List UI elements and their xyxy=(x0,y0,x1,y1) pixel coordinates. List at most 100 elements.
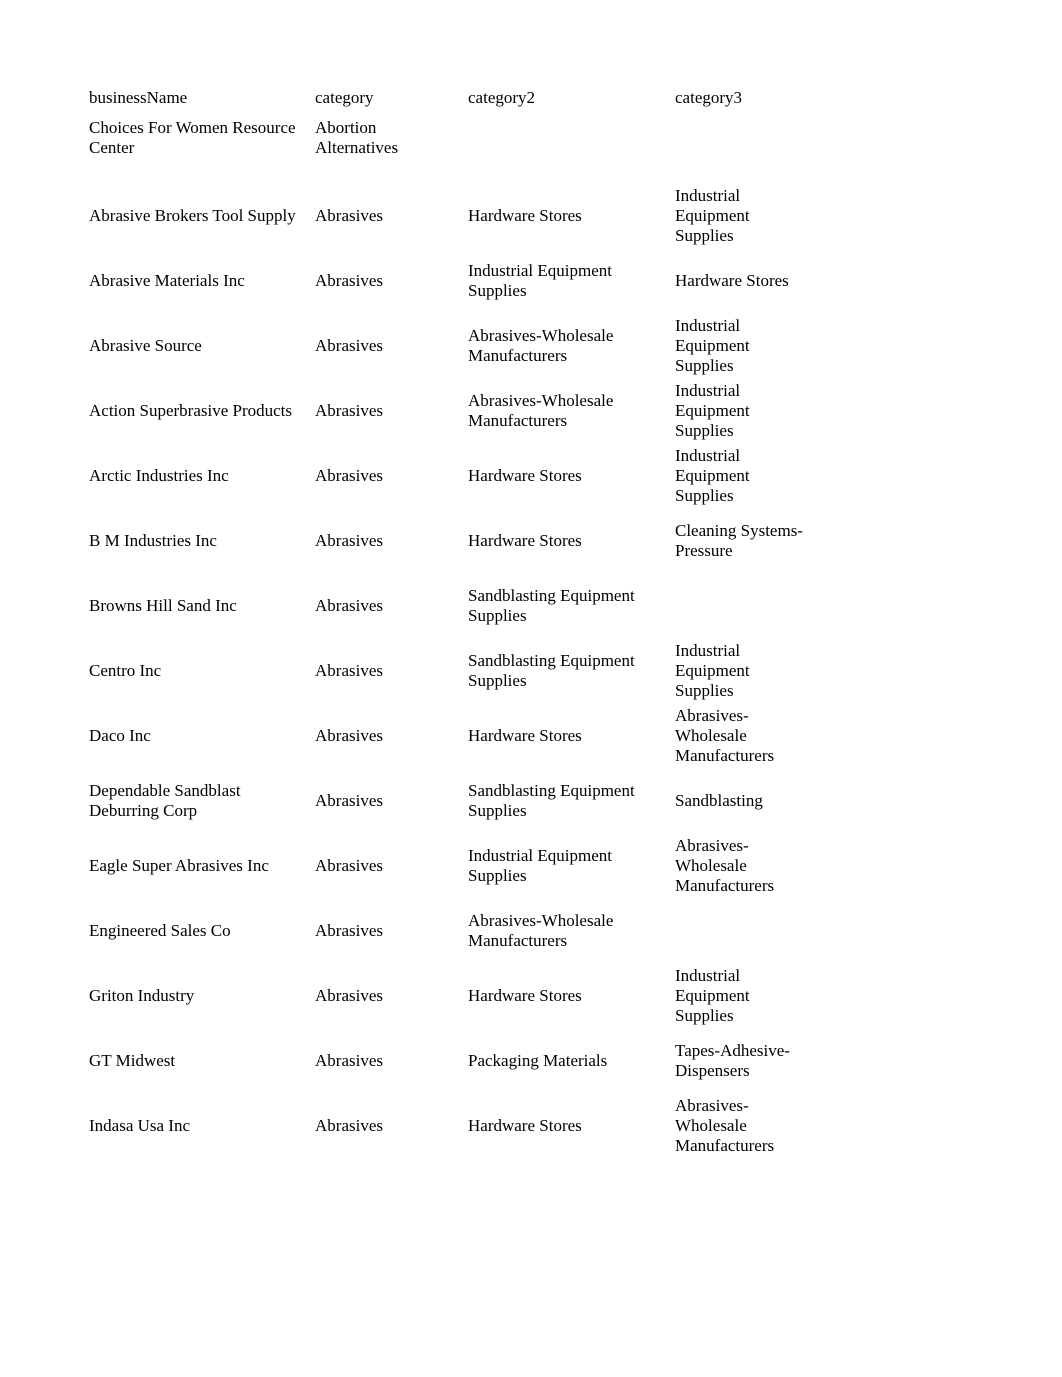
cell-businessname: Centro Inc xyxy=(89,638,315,703)
cell-category2: Hardware Stores xyxy=(468,183,675,248)
cell-businessname: Browns Hill Sand Inc xyxy=(89,573,315,638)
cell-category: Abrasives xyxy=(315,573,468,638)
cell-category: Abrasives xyxy=(315,833,468,898)
cell-category3-text: Tapes-Adhesive-Dispensers xyxy=(675,1040,790,1080)
cell-category3: Industrial Equipment Supplies xyxy=(675,313,919,378)
cell-category2-text: Hardware Stores xyxy=(468,205,582,225)
cell-businessname: Dependable Sandblast Deburring Corp xyxy=(89,768,315,833)
cell-category2-text: Hardware Stores xyxy=(468,530,582,550)
cell-category-text: Abrasives xyxy=(315,1050,383,1070)
cell-category: Abrasives xyxy=(315,1093,468,1158)
cell-category: Abrasives xyxy=(315,378,468,443)
table-row: Arctic Industries Inc Abrasives Hardware… xyxy=(89,443,919,508)
cell-category-text: Abortion Alternatives xyxy=(315,118,399,157)
cell-businessname: Arctic Industries Inc xyxy=(89,443,315,508)
cell-category3: Industrial Equipment Supplies xyxy=(675,378,919,443)
cell-category2: Sandblasting Equipment Supplies xyxy=(468,638,675,703)
cell-businessname-text: Choices For Women Resource Center xyxy=(89,118,296,157)
cell-category3: Sandblasting xyxy=(675,768,919,833)
cell-category: Abrasives xyxy=(315,1028,468,1093)
cell-businessname-text: Abrasive Materials Inc xyxy=(89,270,245,290)
cell-category3-text: Hardware Stores xyxy=(675,270,789,290)
table-row: Daco Inc Abrasives Hardware Stores Abras… xyxy=(89,703,919,768)
cell-category3: Abrasives-Wholesale Manufacturers xyxy=(675,1093,919,1158)
table-row: Abrasive Source Abrasives Abrasives-Whol… xyxy=(89,313,919,378)
cell-category2-text: Abrasives-Wholesale Manufacturers xyxy=(468,390,614,430)
cell-category3: Tapes-Adhesive-Dispensers xyxy=(675,1028,919,1093)
table-row: Centro Inc Abrasives Sandblasting Equipm… xyxy=(89,638,919,703)
cell-businessname: B M Industries Inc xyxy=(89,508,315,573)
column-header-category2-label: category2 xyxy=(468,88,536,107)
cell-category: Abrasives xyxy=(315,898,468,963)
cell-category3: Abrasives-Wholesale Manufacturers xyxy=(675,703,919,768)
cell-category2: Hardware Stores xyxy=(468,1093,675,1158)
column-header-category: category xyxy=(315,88,468,118)
cell-category3: Industrial Equipment Supplies xyxy=(675,183,919,248)
cell-category2-text: Hardware Stores xyxy=(468,985,582,1005)
cell-category2-text: Abrasives-Wholesale Manufacturers xyxy=(468,325,614,365)
cell-category3: Cleaning Systems-Pressure xyxy=(675,508,919,573)
cell-category3-text: Industrial Equipment Supplies xyxy=(675,380,750,440)
table-row: Action Superbrasive Products Abrasives A… xyxy=(89,378,919,443)
cell-category2: Hardware Stores xyxy=(468,443,675,508)
column-header-businessname: businessName xyxy=(89,88,315,118)
cell-category3: Hardware Stores xyxy=(675,248,919,313)
cell-category2-text: Hardware Stores xyxy=(468,1115,582,1135)
cell-category2: Packaging Materials xyxy=(468,1028,675,1093)
cell-businessname: Choices For Women Resource Center xyxy=(89,118,315,183)
cell-businessname-text: Browns Hill Sand Inc xyxy=(89,595,237,615)
cell-businessname-text: Abrasive Brokers Tool Supply xyxy=(89,205,296,225)
cell-category2-text: Industrial Equipment Supplies xyxy=(468,845,613,885)
table-row: Browns Hill Sand Inc Abrasives Sandblast… xyxy=(89,573,919,638)
cell-category-text: Abrasives xyxy=(315,920,383,940)
cell-category-text: Abrasives xyxy=(315,400,383,420)
table-row: Griton Industry Abrasives Hardware Store… xyxy=(89,963,919,1028)
table-row: GT Midwest Abrasives Packaging Materials… xyxy=(89,1028,919,1093)
cell-category: Abrasives xyxy=(315,768,468,833)
cell-category3-text: Industrial Equipment Supplies xyxy=(675,185,750,245)
cell-category3-text: Abrasives-Wholesale Manufacturers xyxy=(675,1095,775,1155)
column-header-businessname-label: businessName xyxy=(89,88,188,107)
cell-category: Abrasives xyxy=(315,508,468,573)
cell-category: Abrasives xyxy=(315,638,468,703)
cell-category2-text: Hardware Stores xyxy=(468,465,582,485)
cell-category-text: Abrasives xyxy=(315,660,383,680)
cell-category: Abrasives xyxy=(315,963,468,1028)
cell-category: Abortion Alternatives xyxy=(315,118,468,183)
cell-category-text: Abrasives xyxy=(315,595,383,615)
column-header-category3: category3 xyxy=(675,88,919,118)
cell-businessname-text: Abrasive Source xyxy=(89,335,202,355)
cell-category3-text: Cleaning Systems-Pressure xyxy=(675,520,803,560)
cell-category2-text: Sandblasting Equipment Supplies xyxy=(468,780,635,820)
cell-category-text: Abrasives xyxy=(315,855,383,875)
cell-businessname: Engineered Sales Co xyxy=(89,898,315,963)
table-body: Choices For Women Resource Center Aborti… xyxy=(89,118,919,1158)
column-header-category-label: category xyxy=(315,88,374,107)
table-row: Indasa Usa Inc Abrasives Hardware Stores… xyxy=(89,1093,919,1158)
cell-category3-text: Abrasives-Wholesale Manufacturers xyxy=(675,835,775,895)
cell-category-text: Abrasives xyxy=(315,530,383,550)
cell-businessname: GT Midwest xyxy=(89,1028,315,1093)
cell-businessname: Griton Industry xyxy=(89,963,315,1028)
cell-category: Abrasives xyxy=(315,703,468,768)
cell-businessname-text: Action Superbrasive Products xyxy=(89,400,293,420)
cell-category: Abrasives xyxy=(315,183,468,248)
cell-businessname: Action Superbrasive Products xyxy=(89,378,315,443)
cell-category2: Abrasives-Wholesale Manufacturers xyxy=(468,898,675,963)
cell-category-text: Abrasives xyxy=(315,270,383,290)
cell-category2: Hardware Stores xyxy=(468,508,675,573)
cell-category3-text: Sandblasting xyxy=(675,790,763,810)
cell-category3 xyxy=(675,573,919,638)
cell-category3-text: Industrial Equipment Supplies xyxy=(675,640,750,700)
cell-category3-text: Abrasives-Wholesale Manufacturers xyxy=(675,705,775,765)
cell-category2-text: Hardware Stores xyxy=(468,725,582,745)
cell-category: Abrasives xyxy=(315,443,468,508)
cell-category2: Hardware Stores xyxy=(468,963,675,1028)
cell-category3: Industrial Equipment Supplies xyxy=(675,638,919,703)
cell-businessname: Abrasive Materials Inc xyxy=(89,248,315,313)
cell-businessname-text: Centro Inc xyxy=(89,660,162,680)
table-header-row: businessName category category2 category… xyxy=(89,88,919,118)
cell-category3-text: Industrial Equipment Supplies xyxy=(675,965,750,1025)
table-header: businessName category category2 category… xyxy=(89,88,919,118)
cell-category-text: Abrasives xyxy=(315,465,383,485)
